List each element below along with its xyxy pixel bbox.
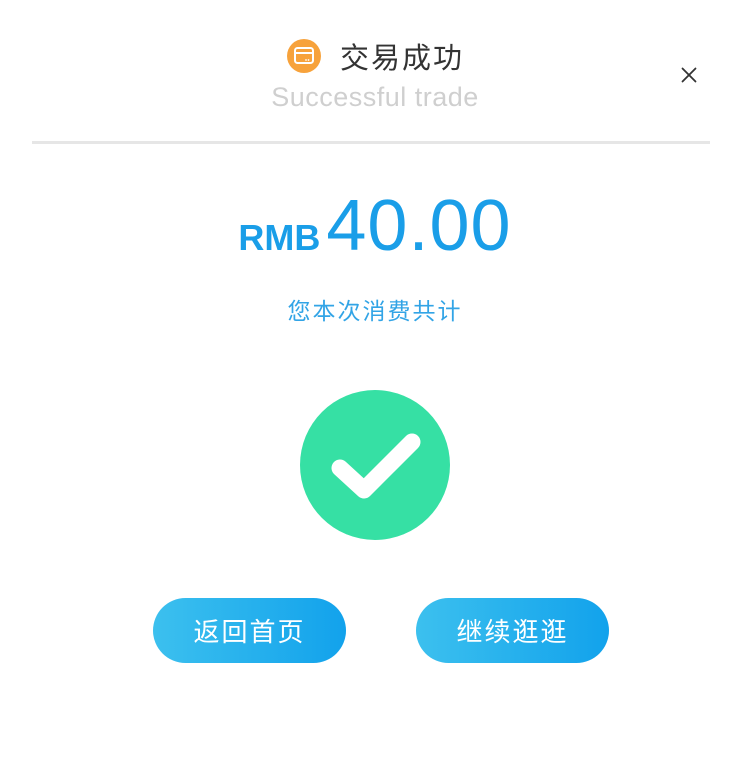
title-row: 交易成功: [0, 34, 750, 78]
header: 交易成功 Successful trade: [0, 0, 750, 145]
currency-label: RMB: [238, 217, 321, 258]
amount-value: 40.00: [326, 186, 512, 266]
payment-success-page: 交易成功 Successful trade RMB 40.00 您本次消费共计 …: [0, 0, 750, 767]
close-icon: [681, 67, 697, 83]
continue-shopping-button[interactable]: 继续逛逛: [416, 598, 609, 663]
amount-display: RMB 40.00: [0, 186, 750, 266]
close-button[interactable]: [674, 60, 704, 90]
checkmark-circle-icon: [300, 390, 450, 540]
page-title: 交易成功: [339, 41, 464, 75]
wallet-icon: [286, 38, 322, 74]
total-label: 您本次消费共计: [287, 299, 463, 325]
return-home-button[interactable]: 返回首页: [153, 598, 346, 663]
success-indicator: [300, 390, 450, 540]
header-divider: [32, 141, 710, 144]
page-subtitle-en: Successful trade: [271, 82, 479, 112]
